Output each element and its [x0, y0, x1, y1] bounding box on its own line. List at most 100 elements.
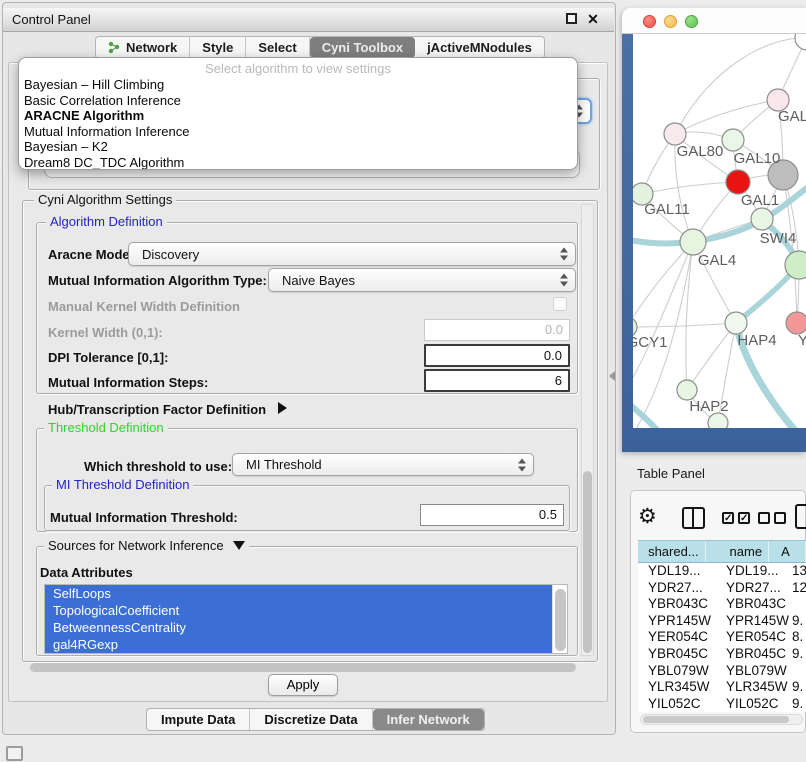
- control-panel-tabbar: Network Style Select Cyni Toolbox jActiv…: [95, 36, 545, 59]
- mi-steps-label: Mutual Information Steps:: [48, 375, 208, 390]
- network-node-label: HAP2: [689, 398, 728, 415]
- settings-vertical-scrollbar-thumb[interactable]: [583, 471, 592, 653]
- manual-kernel-checkbox[interactable]: [553, 297, 567, 311]
- data-attribute-item[interactable]: BetweennessCentrality: [45, 619, 553, 636]
- hub-expander[interactable]: Hub/Transcription Factor Definition: [48, 402, 287, 417]
- table-row[interactable]: YBL079WYBL079W: [638, 663, 806, 680]
- column-header-shared-name[interactable]: shared...: [638, 541, 706, 562]
- table-cell: 13: [789, 563, 806, 580]
- kernel-width-input[interactable]: 0.0: [424, 319, 570, 341]
- algorithm-option[interactable]: Basic Correlation Inference: [19, 93, 577, 109]
- which-threshold-value: MI Threshold: [246, 454, 322, 476]
- tab-cyni-toolbox[interactable]: Cyni Toolbox: [310, 37, 415, 58]
- table-cell: YIL052C: [638, 696, 716, 712]
- float-window-icon[interactable]: [566, 13, 577, 24]
- table-cell: [789, 596, 806, 613]
- deselect-all-checkbox-icon[interactable]: [758, 512, 770, 524]
- data-attribute-item[interactable]: SelfLoops: [45, 585, 553, 602]
- table-panel-title: Table Panel: [637, 466, 705, 481]
- algorithm-option[interactable]: Bayesian – Hill Climbing: [19, 77, 577, 93]
- tab-select[interactable]: Select: [246, 37, 309, 58]
- deselect-all-checkbox-icon[interactable]: [774, 512, 786, 524]
- network-node[interactable]: [795, 34, 806, 50]
- network-node[interactable]: [708, 413, 728, 428]
- network-node-label: GAL80: [677, 143, 724, 160]
- close-icon[interactable]: ✕: [585, 10, 601, 28]
- attributes-scrollbar-thumb[interactable]: [555, 589, 566, 651]
- network-node[interactable]: [722, 129, 744, 151]
- settings-vertical-scrollbar[interactable]: [581, 204, 594, 656]
- which-threshold-combobox[interactable]: MI Threshold: [232, 453, 534, 476]
- table-horizontal-scrollbar-thumb[interactable]: [643, 716, 789, 723]
- table-row[interactable]: YBR043CYBR043C: [638, 596, 806, 613]
- aracne-mode-combobox[interactable]: Discovery: [128, 242, 576, 266]
- close-traffic-light-icon[interactable]: [643, 15, 656, 28]
- algorithm-dropdown-popup: Select algorithm to view settings Bayesi…: [18, 57, 578, 170]
- network-node[interactable]: [726, 170, 750, 194]
- data-attributes-list[interactable]: SelfLoopsTopologicalCoefficientBetweenne…: [44, 584, 568, 654]
- collapsed-panel-icon[interactable]: [6, 746, 23, 761]
- table-row[interactable]: YPR145WYPR145W9.: [638, 613, 806, 630]
- minimize-traffic-light-icon[interactable]: [664, 15, 677, 28]
- network-node[interactable]: [725, 312, 747, 334]
- network-canvas[interactable]: GALGAL80GAL10GAL1GAL11SWI4GAL4HAP4YGCY1H…: [633, 34, 806, 428]
- table-row[interactable]: YDR27...YDR27...12: [638, 580, 806, 597]
- mi-type-combobox[interactable]: Naive Bayes: [268, 268, 576, 292]
- tab-infer-network[interactable]: Infer Network: [373, 709, 484, 730]
- table-row[interactable]: YBR045CYBR045C9.: [638, 646, 806, 663]
- mi-type-label: Mutual Information Algorithm Type:: [48, 273, 267, 288]
- splitter-collapse-icon[interactable]: [609, 371, 615, 381]
- table-row[interactable]: YIL052CYIL052C9.: [638, 696, 806, 712]
- algorithm-option[interactable]: Mutual Information Inference: [19, 124, 577, 140]
- gear-icon[interactable]: ⚙: [638, 504, 657, 530]
- data-attribute-item[interactable]: gal4RGexp: [45, 636, 553, 653]
- table-row[interactable]: YDL19...YDL19...13: [638, 563, 806, 580]
- tab-style[interactable]: Style: [190, 37, 246, 58]
- tab-jactivemnodules[interactable]: jActiveMNodules: [415, 37, 544, 58]
- table-function-icon[interactable]: [795, 504, 806, 529]
- table-cell: YIL052C: [716, 696, 789, 712]
- algorithm-option[interactable]: Bayesian – K2: [19, 139, 577, 155]
- control-panel-title: Control Panel: [12, 12, 91, 27]
- settings-horizontal-scrollbar[interactable]: [30, 663, 576, 672]
- network-node[interactable]: [786, 312, 806, 334]
- columns-icon[interactable]: [682, 507, 705, 529]
- data-attribute-item[interactable]: TopologicalCoefficient: [45, 602, 553, 619]
- table-cell: YDR27...: [716, 580, 789, 597]
- mi-steps-input[interactable]: 6: [424, 369, 570, 392]
- table-row[interactable]: YLR345WYLR345W9.: [638, 679, 806, 696]
- column-header-partial[interactable]: A: [769, 541, 806, 562]
- column-header-name[interactable]: name: [706, 541, 769, 562]
- algorithm-option[interactable]: ARACNE Algorithm: [19, 108, 577, 124]
- table-row[interactable]: YER054CYER054C8.: [638, 629, 806, 646]
- select-all-checkbox-icon[interactable]: ✓: [738, 512, 750, 524]
- stepper-arrows-icon: [518, 458, 526, 471]
- tab-impute-data[interactable]: Impute Data: [147, 709, 250, 730]
- tab-impute-data-label: Impute Data: [161, 712, 235, 727]
- algorithm-popup-placeholder: Select algorithm to view settings: [19, 60, 577, 77]
- table-cell: 9.: [789, 613, 806, 630]
- dpi-tolerance-input[interactable]: 0.0: [424, 344, 570, 367]
- network-node[interactable]: [751, 208, 773, 230]
- select-all-checkbox-icon[interactable]: ✓: [722, 512, 734, 524]
- algorithm-option[interactable]: Dream8 DC_TDC Algorithm: [19, 155, 577, 170]
- tab-network[interactable]: Network: [96, 37, 190, 58]
- apply-button[interactable]: Apply: [268, 674, 338, 696]
- network-view-titlebar[interactable]: [622, 8, 806, 34]
- control-panel-titlebar[interactable]: Control Panel: [3, 8, 614, 32]
- table-cell: YLR345W: [716, 679, 789, 696]
- expander-expanded-icon: [233, 541, 245, 550]
- tab-discretize-data[interactable]: Discretize Data: [250, 709, 372, 730]
- mi-type-value: Naive Bayes: [282, 269, 355, 292]
- table-body[interactable]: YDL19...YDL19...13YDR27...YDR27...12YBR0…: [638, 563, 806, 712]
- zoom-traffic-light-icon[interactable]: [685, 15, 698, 28]
- network-node-label: GAL4: [698, 252, 736, 269]
- sources-expander[interactable]: Sources for Network Inference: [44, 539, 249, 553]
- table-cell: YBR045C: [638, 646, 716, 663]
- attributes-scrollbar[interactable]: [552, 585, 567, 653]
- table-cell: YPR145W: [716, 613, 789, 630]
- network-node[interactable]: [677, 380, 697, 400]
- table-horizontal-scrollbar[interactable]: [640, 714, 803, 725]
- network-node[interactable]: [664, 123, 686, 145]
- mi-threshold-input[interactable]: 0.5: [420, 504, 564, 526]
